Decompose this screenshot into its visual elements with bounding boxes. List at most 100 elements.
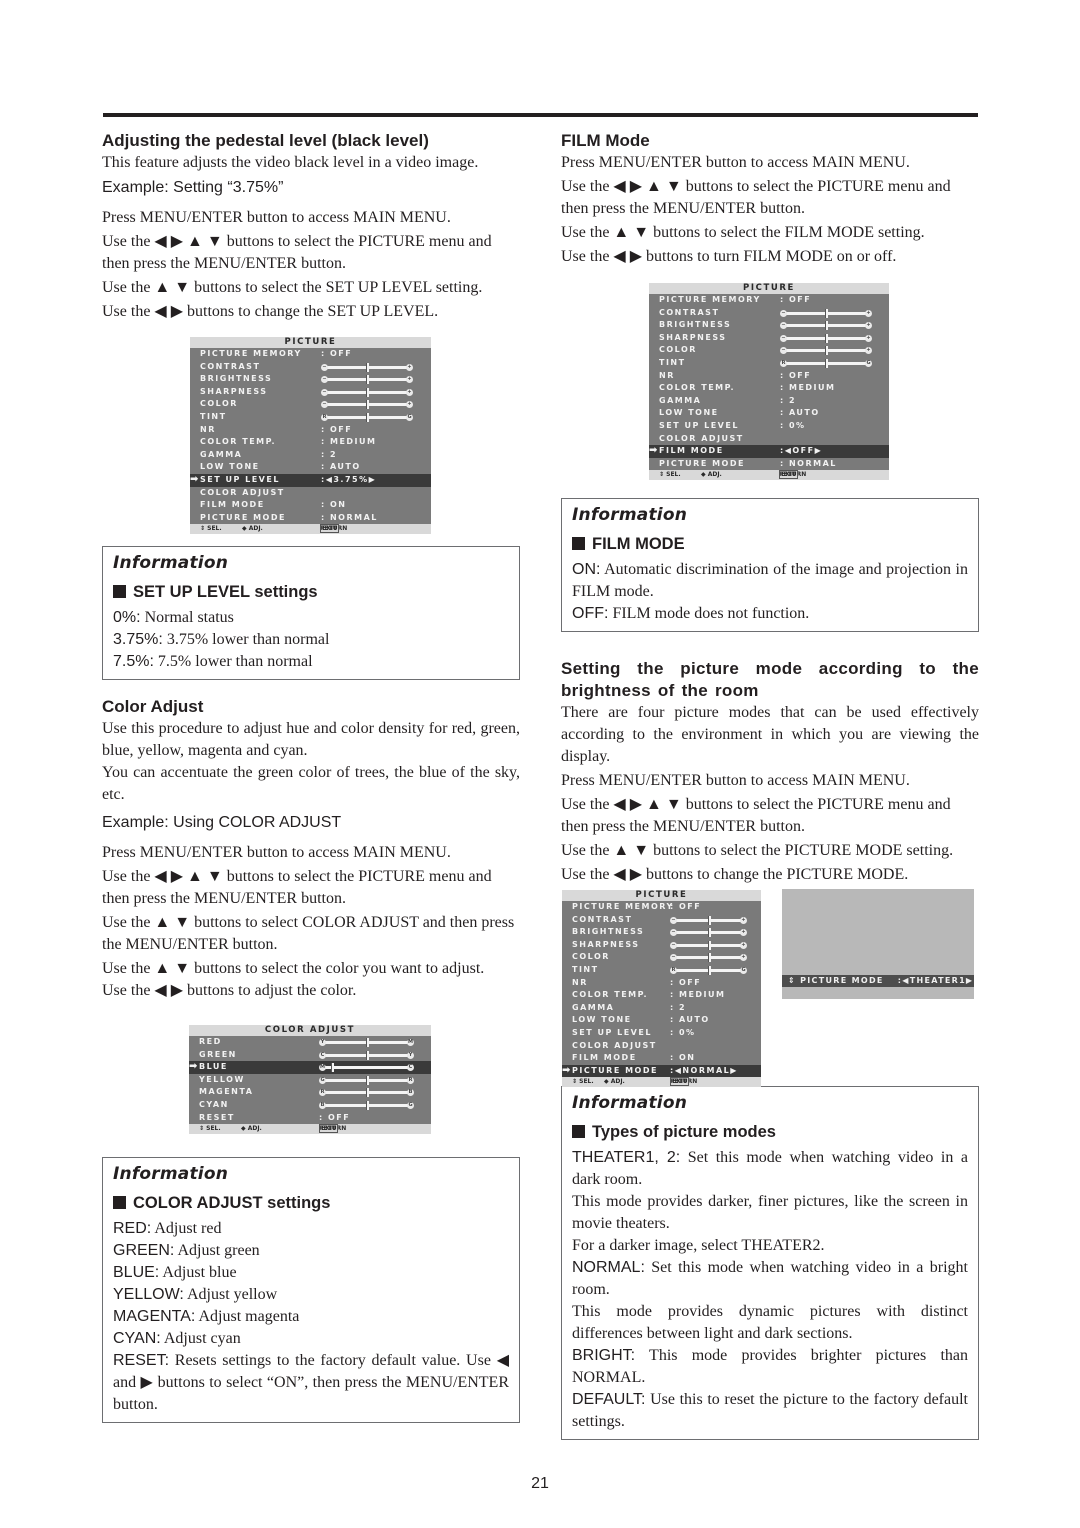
slider-knob[interactable] — [707, 915, 711, 925]
osd-menu-item[interactable]: LOW TONE: AUTO — [562, 1014, 761, 1027]
osd-menu-item[interactable]: SHARPNESS − + — [649, 332, 889, 345]
osd-slider[interactable]: − + — [321, 387, 413, 397]
osd-menu-item[interactable]: COLOR ADJUST — [562, 1040, 761, 1053]
osd-menu-item[interactable]: NR: OFF — [562, 977, 761, 990]
osd-menu-item[interactable]: GAMMA: 2 — [190, 449, 431, 462]
osd-slider[interactable]: CY — [319, 1050, 414, 1060]
osd-menu-item[interactable]: COLOR − + — [562, 951, 761, 964]
slider-knob[interactable] — [707, 928, 711, 938]
osd-slider[interactable]: − + — [670, 915, 747, 925]
slider-knob[interactable] — [825, 333, 828, 343]
osd-menu-item[interactable]: TINT R G — [190, 411, 431, 424]
info-item: RED: Adjust red — [113, 1218, 509, 1240]
slider-knob[interactable] — [366, 387, 369, 397]
slider-knob[interactable] — [366, 412, 369, 422]
osd-menu-item[interactable]: ➡ PICTURE MODE:◀NORMAL▶ — [562, 1064, 761, 1078]
osd-slider[interactable]: − + — [780, 346, 872, 356]
slider-knob[interactable] — [825, 321, 828, 331]
osd-slider[interactable]: − + — [670, 953, 747, 963]
osd-menu-item[interactable]: RESET: OFF — [189, 1112, 431, 1125]
osd-menu-item[interactable]: COLOR TEMP.: MEDIUM — [562, 989, 761, 1002]
osd-menu-item[interactable]: PICTURE MEMORY: OFF — [649, 294, 889, 307]
osd-menu-item[interactable]: NR: OFF — [649, 370, 889, 383]
osd-menu-item[interactable]: PICTURE MEMORY: OFF — [190, 348, 431, 361]
osd-slider[interactable]: GR — [319, 1075, 414, 1085]
osd-menu-item[interactable]: SHARPNESS − + — [190, 386, 431, 399]
osd-menu-item[interactable]: CONTRAST − + — [190, 361, 431, 374]
osd-slider[interactable]: − + — [321, 375, 413, 385]
slider-knob[interactable] — [366, 375, 369, 385]
osd-menu-item[interactable]: COLOR ADJUST — [649, 433, 889, 446]
slider-knob[interactable] — [365, 1038, 369, 1047]
osd-menu-item[interactable]: COLOR ADJUST — [190, 487, 431, 500]
slider-knob[interactable] — [825, 308, 828, 318]
osd-menu-item[interactable]: BRIGHTNESS − + — [562, 926, 761, 939]
osd-menu-item[interactable]: ➡ SET UP LEVEL:◀3.75%▶ — [190, 473, 431, 487]
osd-slider[interactable]: − + — [780, 308, 872, 318]
osd-menu-item[interactable]: COLOR TEMP.: MEDIUM — [649, 382, 889, 395]
osd-menu-item[interactable]: TINT R G — [562, 964, 761, 977]
slider-max-icon: + — [406, 401, 413, 409]
slider-knob[interactable] — [707, 965, 711, 975]
slider-knob[interactable] — [365, 1100, 369, 1110]
osd-slider[interactable]: BG — [319, 1100, 414, 1110]
osd-menu-item[interactable]: NR: OFF — [190, 424, 431, 437]
osd-slider[interactable]: − + — [670, 940, 747, 950]
osd-menu-item[interactable]: BRIGHTNESS − + — [649, 319, 889, 332]
slider-knob[interactable] — [365, 1075, 369, 1085]
info-item-key: 0%: — [113, 609, 141, 626]
osd-slider[interactable]: RG — [670, 965, 747, 975]
osd-menu-item[interactable]: CYAN B G — [189, 1099, 431, 1112]
osd-menu-item[interactable]: MAGENTA R B — [189, 1086, 431, 1099]
osd-menu-item[interactable]: FILM MODE: ON — [190, 499, 431, 512]
osd-menu-item[interactable]: ➡ FILM MODE:◀OFF▶ — [649, 445, 889, 458]
osd-menu-item[interactable]: LOW TONE: AUTO — [190, 461, 431, 474]
osd-slider[interactable]: − + — [780, 321, 872, 331]
osd-slider[interactable]: YM — [319, 1038, 414, 1047]
slider-knob[interactable] — [365, 1088, 369, 1098]
osd-menu-item[interactable]: BRIGHTNESS − + — [190, 373, 431, 386]
osd-slider[interactable]: MC — [319, 1063, 414, 1073]
slider-max-icon: + — [740, 916, 747, 924]
osd-slider[interactable]: − + — [321, 400, 413, 410]
square-bullet-icon — [113, 585, 126, 598]
osd-menu-item[interactable]: PICTURE MODE: NORMAL — [190, 512, 431, 525]
osd-menu-item[interactable]: YELLOW G R — [189, 1074, 431, 1087]
osd-menu-item[interactable]: RED Y M — [189, 1036, 431, 1049]
osd-menu-item[interactable]: TINT R G — [649, 357, 889, 370]
osd-menu-item[interactable]: COLOR − + — [190, 398, 431, 411]
slider-knob[interactable] — [331, 1063, 335, 1073]
osd-menu-item[interactable]: PICTURE MEMORY: OFF — [562, 901, 761, 914]
slider-knob[interactable] — [366, 400, 369, 410]
slider-knob[interactable] — [707, 953, 711, 963]
osd-menu-item[interactable]: PICTURE MODE: NORMAL — [649, 458, 889, 471]
osd-menu-item[interactable]: GAMMA: 2 — [649, 395, 889, 408]
slider-knob[interactable] — [365, 1050, 369, 1060]
slider-knob[interactable] — [707, 940, 711, 950]
osd-item-label: PICTURE MEMORY — [572, 902, 674, 911]
osd-item-label: PICTURE MEMORY — [200, 349, 302, 358]
osd-menu-item[interactable]: GAMMA: 2 — [562, 1002, 761, 1015]
osd-item-value: : OFF — [321, 424, 353, 434]
osd-slider[interactable]: RG — [780, 358, 872, 368]
slider-knob[interactable] — [825, 358, 828, 368]
osd-menu-item[interactable]: LOW TONE: AUTO — [649, 407, 889, 420]
osd-menu-item[interactable]: GREEN C Y — [189, 1049, 431, 1062]
osd-slider[interactable]: RB — [319, 1088, 414, 1098]
osd-menu-item[interactable]: SET UP LEVEL: 0% — [649, 420, 889, 433]
osd-menu-item[interactable]: SHARPNESS − + — [562, 939, 761, 952]
slider-knob[interactable] — [825, 346, 828, 356]
osd-menu-item[interactable]: SET UP LEVEL: 0% — [562, 1027, 761, 1040]
osd-slider[interactable]: − + — [321, 362, 413, 372]
slider-max-icon: M — [407, 1039, 414, 1046]
osd-menu-item[interactable]: COLOR − + — [649, 344, 889, 357]
osd-slider[interactable]: − + — [780, 333, 872, 343]
osd-menu-item[interactable]: CONTRAST − + — [562, 914, 761, 927]
osd-slider[interactable]: RG — [321, 412, 413, 422]
osd-menu-item[interactable]: CONTRAST − + — [649, 307, 889, 320]
osd-menu-item[interactable]: FILM MODE: ON — [562, 1052, 761, 1065]
osd-menu-item[interactable]: COLOR TEMP.: MEDIUM — [190, 436, 431, 449]
osd-menu-item[interactable]: ➡ BLUE M C — [189, 1061, 431, 1074]
slider-knob[interactable] — [366, 362, 369, 372]
osd-slider[interactable]: − + — [670, 928, 747, 938]
